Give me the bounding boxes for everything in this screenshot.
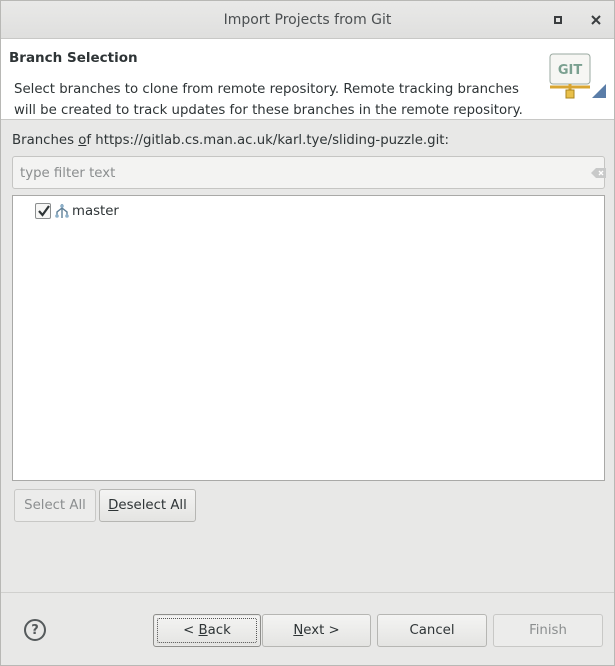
back-button[interactable]: < Back (153, 614, 261, 647)
filter-input[interactable] (20, 164, 575, 182)
clear-filter-icon[interactable] (591, 167, 607, 179)
wizard-header: Branch Selection Select branches to clon… (1, 39, 614, 120)
page-title: Branch Selection (9, 50, 138, 66)
branch-tree: master (12, 195, 605, 481)
cancel-label: Cancel (409, 623, 455, 638)
deselect-all-label: Deselect All (108, 498, 187, 513)
finish-button[interactable]: Finish (493, 614, 603, 647)
git-logo-text: GIT (558, 63, 583, 78)
cancel-button[interactable]: Cancel (377, 614, 487, 647)
branches-label: Branches of https://gitlab.cs.man.ac.uk/… (12, 133, 449, 148)
maximize-button[interactable] (548, 10, 568, 30)
finish-label: Finish (529, 623, 567, 638)
tree-item[interactable]: master (35, 202, 119, 220)
filter-field[interactable] (12, 156, 607, 189)
deselect-all-button[interactable]: Deselect All (99, 489, 196, 522)
next-label: Next > (293, 623, 340, 638)
next-button[interactable]: Next > (262, 614, 371, 647)
branch-checkbox[interactable] (35, 203, 51, 219)
focus-ring (157, 618, 257, 643)
branch-icon (55, 204, 69, 218)
branch-label: master (72, 203, 119, 219)
dialog-window: Import Projects from Git Branch Selectio… (0, 0, 615, 666)
maximize-icon (554, 16, 562, 24)
footer-divider (1, 592, 614, 593)
select-all-button[interactable]: Select All (14, 489, 96, 522)
window-title: Import Projects from Git (223, 12, 392, 28)
select-all-label: Select All (24, 498, 86, 513)
checkmark-icon (38, 205, 50, 217)
help-icon: ? (31, 622, 39, 638)
title-bar: Import Projects from Git (1, 1, 614, 39)
page-description: Select branches to clone from remote rep… (14, 82, 523, 118)
git-logo-icon: GIT (549, 53, 606, 99)
close-button[interactable] (586, 10, 606, 30)
close-icon (591, 15, 601, 25)
help-button[interactable]: ? (24, 619, 46, 641)
